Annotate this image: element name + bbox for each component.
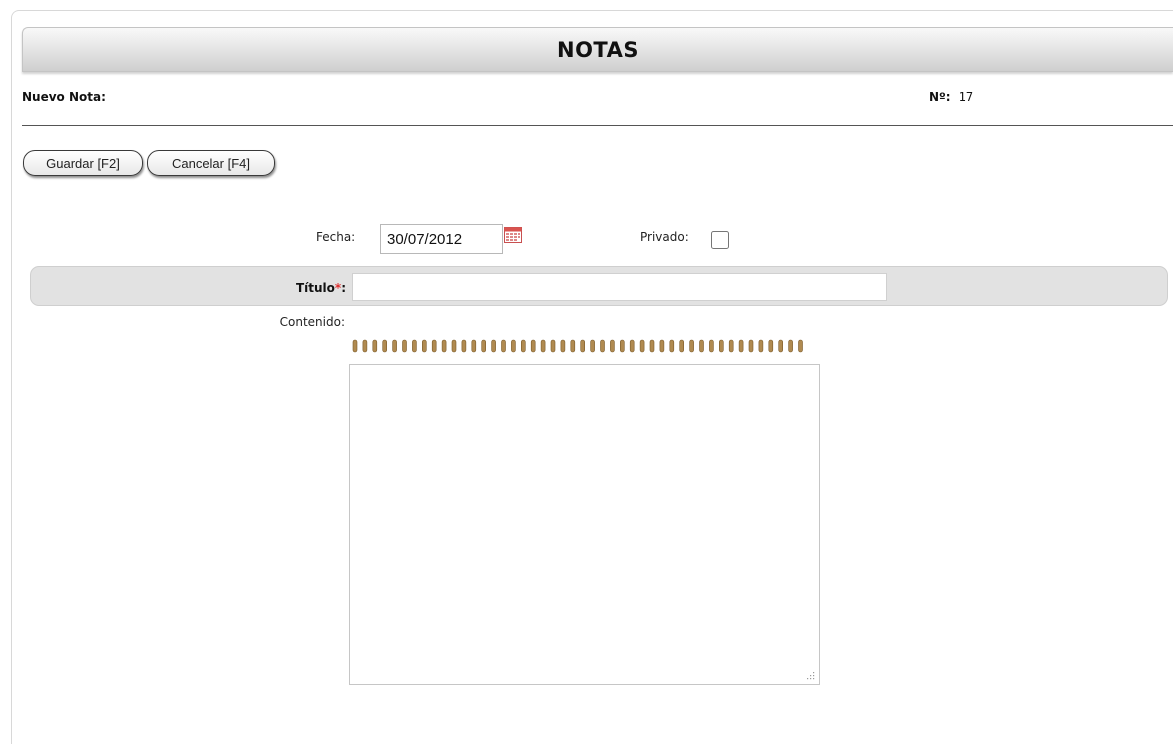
spiral-ring [649,339,655,353]
title-label-colon: : [341,281,346,295]
date-label: Fecha: [316,230,356,244]
spiral-ring [431,339,437,353]
spiral-ring [718,339,724,353]
spiral-ring [788,339,793,353]
spiral-ring [382,339,388,353]
spiral-ring [362,339,368,353]
spiral-ring [728,339,734,353]
spiral-ring [392,339,397,353]
spiral-ring [580,339,585,353]
title-bar: NOTAS [22,27,1173,72]
save-button[interactable]: Guardar [F2] [23,150,143,176]
title-input[interactable] [352,273,887,301]
content-label: Contenido: [279,315,345,329]
new-note-label: Nuevo Nota: [22,90,106,104]
spiral-ring [629,339,635,353]
spiral-ring [689,339,694,353]
spiral-ring [481,339,486,353]
spiral-ring [550,339,556,353]
spiral-ring [511,339,516,353]
spiral-ring [372,339,378,353]
note-number: Nº: 17 [929,90,973,104]
spiral-ring [709,339,714,353]
spiral-ring [540,339,546,353]
title-label: Título*: [0,281,346,295]
spiral-ring [501,339,506,353]
spiral-ring [530,339,536,353]
spiral-ring [560,339,566,353]
spiral-ring [491,339,496,353]
spiral-ring [679,339,685,353]
header-divider [22,125,1173,126]
note-number-label: Nº: [929,90,951,104]
calendar-icon[interactable] [504,227,522,243]
spiral-ring [441,339,447,353]
spiral-ring [600,339,605,353]
spiral-ring [619,339,625,353]
spiral-ring [699,339,704,353]
spiral-ring [798,339,803,353]
spiral-ring [402,339,407,353]
page-title: NOTAS [557,38,639,62]
spiral-ring [758,339,764,353]
spiral-ring [352,339,358,353]
spiral-ring [412,339,417,353]
spiral-ring [768,339,774,353]
date-input[interactable] [380,224,503,254]
spiral-ring [659,339,665,353]
spiral-ring [451,339,457,353]
spiral-ring [590,339,595,353]
spiral-ring [738,339,744,353]
spiral-ring [778,339,784,353]
content-textarea[interactable] [349,364,820,685]
notebook-spiral-icon [352,339,803,353]
spiral-ring [422,339,427,353]
spiral-ring [639,339,645,353]
title-label-text: Título [295,281,335,295]
spiral-ring [570,339,576,353]
spiral-ring [461,339,467,353]
spiral-ring [521,339,526,353]
spiral-ring [669,339,675,353]
resize-grip-icon[interactable] [805,670,815,680]
private-checkbox[interactable] [711,231,729,249]
spiral-ring [748,339,754,353]
spiral-ring [471,339,477,353]
spiral-ring [610,339,615,353]
note-number-value: 17 [958,90,974,104]
private-label: Privado: [640,230,689,244]
cancel-button[interactable]: Cancelar [F4] [147,150,275,176]
